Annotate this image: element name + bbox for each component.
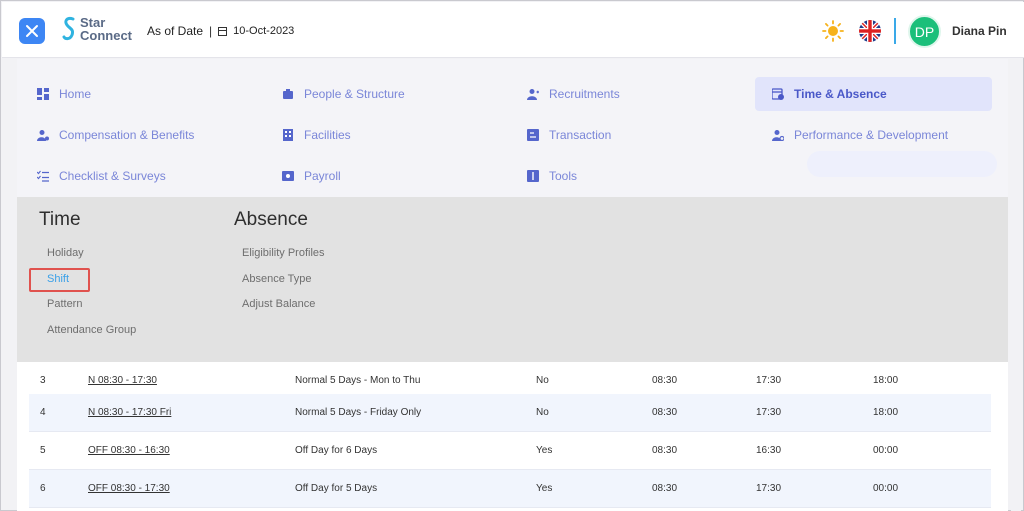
cell-end-time: 17:30 <box>756 407 782 418</box>
submenu-heading-absence: Absence <box>234 209 308 230</box>
menu-item-label: Payroll <box>304 169 341 183</box>
table-row[interactable]: 6 OFF 08:30 - 17:30 Off Day for 5 Days Y… <box>29 470 991 508</box>
cell-flag: Yes <box>536 445 553 456</box>
menu-background-hint <box>807 151 997 177</box>
separator: | <box>209 24 213 38</box>
cell-no: 4 <box>40 407 46 418</box>
submenu-link-pattern[interactable]: Pattern <box>47 298 82 310</box>
dashboard-icon <box>37 88 49 100</box>
org-chart-icon <box>283 89 293 99</box>
menu-item-recruitments[interactable]: Recruitments <box>527 77 620 111</box>
checklist-icon <box>37 170 49 182</box>
cell-shift-code-link[interactable]: N 08:30 - 17:30 <box>88 375 157 386</box>
cell-extra-time: 18:00 <box>873 375 899 386</box>
submenu-link-adjust-balance[interactable]: Adjust Balance <box>242 298 315 310</box>
menu-item-payroll[interactable]: Payroll <box>282 159 341 193</box>
cell-extra-time: 18:00 <box>873 407 899 418</box>
submenu-dropdown: Time Holiday Shift Pattern Attendance Gr… <box>17 197 1008 362</box>
menu-item-label: Time & Absence <box>794 87 887 101</box>
menu-item-people-structure[interactable]: People & Structure <box>282 77 405 111</box>
menu-item-label: Checklist & Surveys <box>59 169 166 183</box>
user-gear-icon <box>772 130 784 141</box>
cell-shift-code-link[interactable]: OFF 08:30 - 17:30 <box>88 483 170 494</box>
cell-end-time: 16:30 <box>756 445 782 456</box>
as-of-date-value: 10-Oct-2023 <box>233 25 295 37</box>
avatar[interactable]: DP <box>908 15 941 48</box>
tools-icon <box>527 170 539 182</box>
uk-flag-icon[interactable] <box>859 20 881 42</box>
page-scrollbar[interactable] <box>1011 59 1021 511</box>
menu-item-label: Facilities <box>304 128 351 142</box>
cell-description: Off Day for 6 Days <box>295 445 378 456</box>
menu-item-label: Recruitments <box>549 87 620 101</box>
selection-highlight <box>29 268 90 292</box>
menu-item-compensation-benefits[interactable]: Compensation & Benefits <box>37 118 194 152</box>
building-icon <box>283 129 293 141</box>
cell-description: Normal 5 Days - Friday Only <box>295 407 422 418</box>
close-icon <box>26 25 38 37</box>
menu-item-home[interactable]: Home <box>37 77 91 111</box>
cell-shift-code-link[interactable]: N 08:30 - 17:30 Fri <box>88 407 171 418</box>
calendar-clock-icon <box>772 88 784 100</box>
cell-extra-time: 00:00 <box>873 445 899 456</box>
main-menu: Home People & Structure Recruitments Tim… <box>17 59 1008 197</box>
submenu-link-absence-type[interactable]: Absence Type <box>242 273 312 285</box>
menu-item-label: Compensation & Benefits <box>59 128 195 142</box>
cell-no: 5 <box>40 445 46 456</box>
cell-flag: Yes <box>536 483 553 494</box>
theme-sun-icon[interactable] <box>822 20 844 42</box>
payroll-icon <box>282 171 294 181</box>
menu-item-label: Home <box>59 87 92 101</box>
logo-line-2: Connect <box>80 28 132 43</box>
menu-item-performance-development[interactable]: Performance & Development <box>772 118 948 152</box>
submenu-heading-time: Time <box>39 209 81 230</box>
logo-text: Star Connect <box>80 16 132 42</box>
as-of-date[interactable]: As of Date | 10-Oct-2023 <box>147 24 294 38</box>
menu-item-label: Performance & Development <box>794 128 949 142</box>
menu-item-facilities[interactable]: Facilities <box>282 118 351 152</box>
shift-table: 3 N 08:30 - 17:30 Normal 5 Days - Mon to… <box>17 362 1008 511</box>
cell-end-time: 17:30 <box>756 375 782 386</box>
menu-item-label: People & Structure <box>304 87 405 101</box>
app-window: Star Connect As of Date | 10-Oct-2023 DP… <box>0 0 1024 511</box>
user-money-icon <box>37 130 49 141</box>
user-name[interactable]: Diana Pin <box>952 24 1007 38</box>
cell-start-time: 08:30 <box>652 483 678 494</box>
menu-item-time-absence[interactable]: Time & Absence <box>755 77 992 111</box>
menu-item-label: Transaction <box>549 128 612 142</box>
cell-end-time: 17:30 <box>756 483 782 494</box>
cell-start-time: 08:30 <box>652 375 678 386</box>
cell-extra-time: 00:00 <box>873 483 899 494</box>
cell-shift-code-link[interactable]: OFF 08:30 - 16:30 <box>88 445 170 456</box>
menu-item-transaction[interactable]: Transaction <box>527 118 611 152</box>
cell-description: Normal 5 Days - Mon to Thu <box>295 375 421 386</box>
submenu-link-holiday[interactable]: Holiday <box>47 247 84 259</box>
logo-mark-icon <box>62 17 75 41</box>
table-row[interactable]: 4 N 08:30 - 17:30 Fri Normal 5 Days - Fr… <box>29 394 991 432</box>
close-menu-button[interactable] <box>19 18 45 44</box>
as-of-label: As of Date <box>147 24 204 38</box>
cell-no: 3 <box>40 375 46 386</box>
cell-no: 6 <box>40 483 46 494</box>
cell-flag: No <box>536 375 549 386</box>
cell-start-time: 08:30 <box>652 407 678 418</box>
top-header: Star Connect As of Date | 10-Oct-2023 DP… <box>2 2 1024 58</box>
user-add-icon <box>527 89 539 100</box>
submenu-link-eligibility-profiles[interactable]: Eligibility Profiles <box>242 247 325 259</box>
menu-item-tools[interactable]: Tools <box>527 159 577 193</box>
transaction-icon <box>527 129 539 141</box>
table-row[interactable]: 5 OFF 08:30 - 16:30 Off Day for 6 Days Y… <box>29 432 991 470</box>
cell-description: Off Day for 5 Days <box>295 483 378 494</box>
header-divider <box>894 18 896 44</box>
menu-item-label: Tools <box>549 169 578 183</box>
app-logo[interactable]: Star Connect <box>62 15 132 43</box>
menu-item-checklist-surveys[interactable]: Checklist & Surveys <box>37 159 166 193</box>
calendar-icon <box>218 26 228 36</box>
cell-flag: No <box>536 407 549 418</box>
cell-start-time: 08:30 <box>652 445 678 456</box>
submenu-link-attendance-group[interactable]: Attendance Group <box>47 324 136 336</box>
